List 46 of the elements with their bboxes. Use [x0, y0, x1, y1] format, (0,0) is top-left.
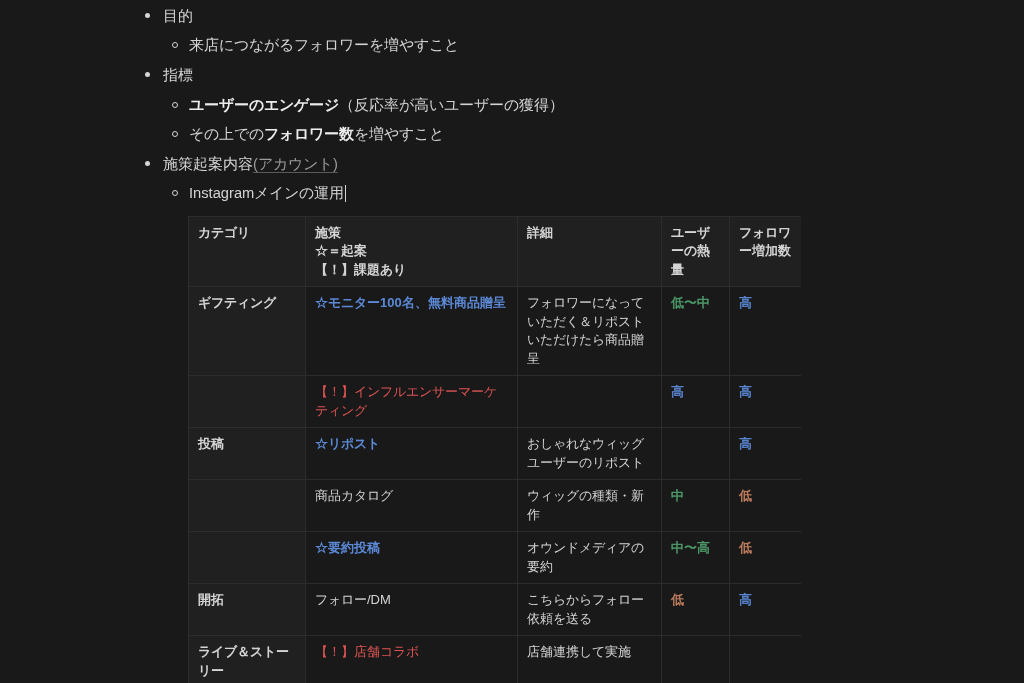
rating-text: 高 [739, 295, 752, 311]
measure-text: ☆要約投稿 [315, 540, 380, 556]
list-item-text: 目的 [163, 6, 193, 26]
header-text: 施策 [315, 223, 342, 242]
disc-bullet-icon [145, 72, 150, 78]
disc-bullet-icon [145, 13, 150, 19]
category-cell: 開拓 [188, 583, 306, 636]
rating-text: 高 [739, 436, 752, 452]
measure-text: 商品カタログ [315, 488, 393, 504]
measure-text: 【！】インフルエンサーマーケティング [315, 384, 497, 418]
rating-text: 高 [739, 592, 752, 608]
measure-text: 【！】店舗コラボ [315, 644, 419, 660]
list-item-text: ユーザーのエンゲージ（反応率が高いユーザーの獲得） [189, 95, 564, 115]
rating-text: 低 [739, 488, 752, 504]
header-text: ユーザーの熱量 [671, 223, 711, 279]
header-text: カテゴリ [198, 223, 251, 242]
detail-text: おしゃれなウィッグユーザーのリポスト [527, 436, 644, 470]
account-link[interactable]: (アカウント) [253, 152, 338, 175]
measure-text: ☆モニター100名、無料商品贈呈 [315, 295, 506, 311]
rating-text: 高 [739, 384, 752, 400]
list-item-text: 施策起案内容 [163, 154, 253, 174]
detail-text: フォロワーになっていただく＆リポストいただけたら商品贈呈 [527, 295, 644, 366]
category-cell: 投稿 [188, 427, 306, 480]
rating-text: 低 [739, 540, 752, 556]
list-item-text: 指標 [163, 65, 193, 85]
list-item-text: Instagramメインの運用 [189, 184, 345, 204]
detail-text: ウィッグの種類・新作 [527, 488, 644, 522]
rating-text: 低〜中 [671, 295, 710, 311]
header-text: 【！】課題あり [315, 260, 407, 279]
detail-text: 店舗連携して実施 [527, 644, 631, 660]
header-text: フォロワー増加数 [739, 223, 792, 261]
measure-text: ☆リポスト [315, 436, 380, 452]
header-text: ☆＝起案 [315, 242, 368, 261]
category-cell: ライブ＆ストーリー [188, 635, 306, 683]
rating-text: 低 [671, 592, 684, 608]
header-text: 詳細 [527, 223, 554, 242]
detail-text: こちらからフォロー依頼を送る [527, 592, 644, 626]
rating-text: 中〜高 [671, 540, 710, 556]
measure-text: フォロー/DM [315, 592, 391, 608]
disc-bullet-icon [145, 161, 150, 167]
list-item-text: その上でのフォロワー数を増やすこと [189, 125, 444, 145]
category-cell: ギフティング [188, 286, 306, 376]
list-item-text: 来店につながるフォロワーを増やすこと [189, 36, 459, 56]
rating-text: 中 [671, 488, 684, 504]
detail-text: オウンドメディアの要約 [527, 540, 644, 574]
rating-text: 高 [671, 384, 684, 400]
